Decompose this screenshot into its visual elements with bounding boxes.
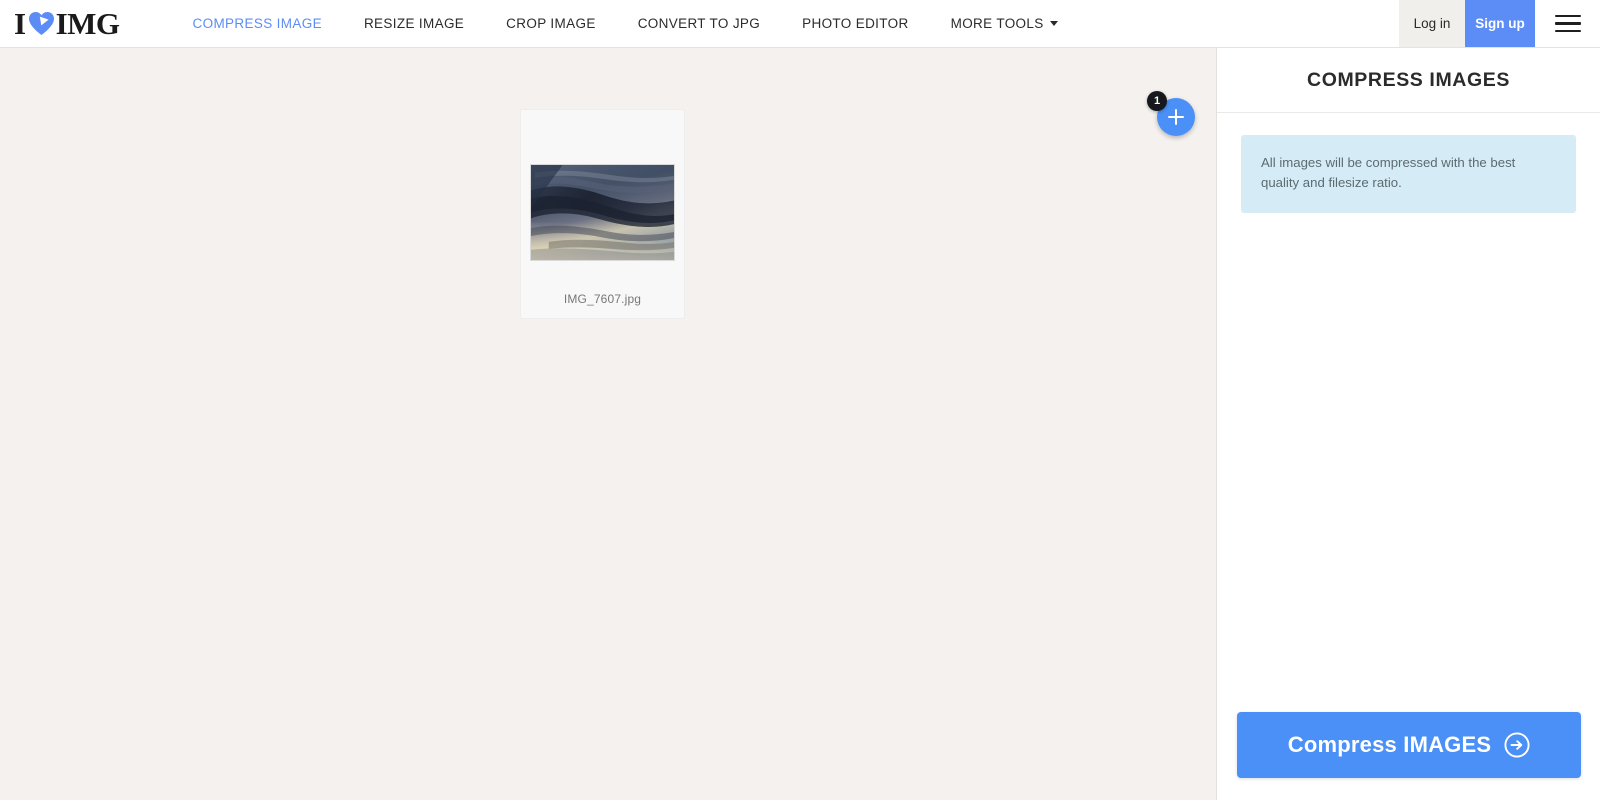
hamburger-line-3	[1554, 29, 1581, 33]
hamburger-line-1	[1554, 14, 1581, 18]
nav-item-compress-image[interactable]: COMPRESS IMAGE	[172, 0, 343, 47]
hamburger-line-2	[1554, 22, 1581, 25]
nav-item-resize-image[interactable]: RESIZE IMAGE	[343, 0, 485, 47]
tool-options-sidebar: COMPRESS IMAGES All images will be compr…	[1216, 48, 1600, 800]
sky-thumbnail-image	[531, 165, 674, 260]
nav-item-more-tools-label: MORE TOOLS	[950, 16, 1044, 31]
hamburger-menu-icon[interactable]	[1535, 0, 1600, 47]
nav-item-photo-editor[interactable]: PHOTO EDITOR	[781, 0, 929, 47]
compress-images-button-label: Compress IMAGES	[1287, 732, 1492, 757]
log-in-button[interactable]: Log in	[1399, 0, 1465, 47]
file-thumbnail	[530, 164, 675, 261]
main-navigation: COMPRESS IMAGE RESIZE IMAGE CROP IMAGE C…	[172, 0, 1399, 47]
heart-play-icon	[28, 11, 55, 36]
header-account-actions: Log in Sign up	[1399, 0, 1600, 47]
arrow-right-circle-icon	[1504, 732, 1530, 758]
file-card[interactable]: IMG_7607.jpg	[520, 109, 685, 319]
file-count-badge: 1	[1147, 91, 1167, 111]
top-header: I IMG COMPRESS IMAGE RESIZE IMAGE CROP I…	[0, 0, 1600, 48]
sign-up-button[interactable]: Sign up	[1465, 0, 1535, 47]
logo-text-right: IMG	[55, 6, 120, 41]
sidebar-title: COMPRESS IMAGES	[1217, 48, 1600, 113]
nav-item-convert-to-jpg[interactable]: CONVERT TO JPG	[617, 0, 781, 47]
chevron-down-icon	[1049, 21, 1058, 26]
nav-item-crop-image[interactable]: CROP IMAGE	[485, 0, 617, 47]
nav-item-more-tools[interactable]: MORE TOOLS	[930, 0, 1079, 47]
compress-images-button[interactable]: Compress IMAGES	[1237, 712, 1581, 778]
compression-info-text: All images will be compressed with the b…	[1261, 155, 1516, 191]
logo-text-left: I	[14, 6, 26, 41]
site-logo[interactable]: I IMG	[0, 0, 130, 47]
file-name-label: IMG_7607.jpg	[563, 292, 642, 306]
compression-info-box: All images will be compressed with the b…	[1241, 135, 1576, 214]
file-workspace[interactable]: IMG_7607.jpg 1	[0, 48, 1216, 800]
